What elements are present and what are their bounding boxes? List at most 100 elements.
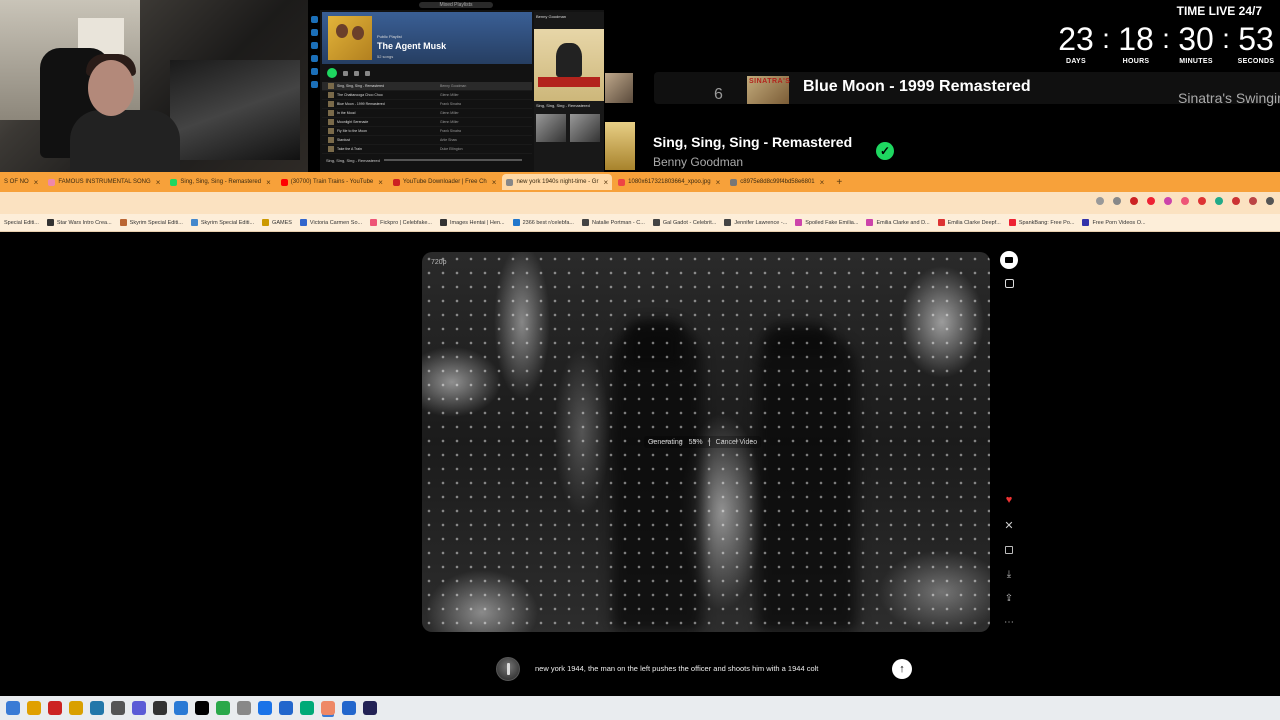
bookmark-item[interactable]: Natalie Portman - C... — [578, 219, 649, 226]
install-icon[interactable] — [1096, 197, 1104, 205]
generated-video-preview[interactable]: 720p Generating 55% Cancel Video — [422, 252, 990, 632]
taskbar-app-icon[interactable] — [363, 701, 377, 715]
close-tab-icon[interactable]: × — [492, 178, 497, 187]
progress-bar[interactable] — [383, 159, 522, 161]
bookmark-item[interactable]: Special Editi... — [0, 220, 43, 226]
taskbar-app-icon[interactable] — [90, 701, 104, 715]
cancel-video-button[interactable]: Cancel Video — [716, 439, 758, 446]
browser-tab[interactable]: c8975e8d8c99f4bd58e6801 × — [726, 174, 828, 190]
browser-tab[interactable]: FAMOUS INSTRUMENTAL SONG × — [44, 174, 164, 190]
bookmark-item[interactable]: Skyrim Special Editi... — [116, 219, 187, 226]
image-mode-icon[interactable] — [1000, 274, 1018, 292]
current-track-artist: Benny Goodman — [653, 155, 744, 169]
bookmark-item[interactable]: Free Porn Videos O... — [1078, 219, 1149, 226]
close-tab-icon[interactable]: × — [820, 178, 825, 187]
taskbar-app-icon[interactable] — [48, 701, 62, 715]
track-row[interactable]: Sing, Sing, Sing - Remastered Benny Goodm… — [322, 82, 532, 91]
taskbar-app-icon[interactable] — [258, 701, 272, 715]
extension-icon[interactable] — [1130, 197, 1138, 205]
shuffle-icon[interactable] — [343, 70, 348, 76]
spotify-window: Mixed Playlists Public Playlist The Agen… — [308, 0, 604, 172]
playlist-title: The Agent Musk — [377, 41, 447, 51]
close-tab-icon[interactable]: × — [266, 178, 271, 187]
taskbar-app-icon[interactable] — [342, 701, 356, 715]
spotify-search[interactable]: Mixed Playlists — [419, 2, 493, 8]
bookmark-item[interactable]: Emilia Clarke Deepf... — [934, 219, 1005, 226]
bookmark-item[interactable]: Victoria Carmen So... — [296, 219, 366, 226]
more-icon[interactable] — [365, 70, 370, 76]
taskbar-app-icon[interactable] — [174, 701, 188, 715]
bookmark-item[interactable]: Fickpro | Celebfake... — [366, 219, 436, 226]
new-tab-button[interactable]: + — [830, 177, 848, 188]
spotify-now-playing-bar: Sing, Sing, Sing - Remastered — [322, 155, 532, 165]
taskbar-app-icon[interactable] — [195, 701, 209, 715]
browser-tab[interactable]: S OF NO × — [0, 174, 42, 190]
track-row[interactable]: Stardust Artie Shaw — [322, 136, 532, 145]
share-icon[interactable]: ⇪ — [1000, 589, 1018, 607]
taskbar-app-icon[interactable] — [6, 701, 20, 715]
play-button[interactable] — [327, 68, 337, 78]
extension-icon[interactable] — [1198, 197, 1206, 205]
extension-icon[interactable] — [1249, 197, 1257, 205]
taskbar-app-icon[interactable] — [321, 701, 335, 715]
bookmark-item[interactable]: Skyrim Special Editi... — [187, 219, 258, 226]
bookmark-item[interactable]: Gal Gadot - Celebrit... — [649, 219, 721, 226]
extension-icon[interactable] — [1215, 197, 1223, 205]
video-mode-icon[interactable] — [1000, 251, 1018, 269]
track-row[interactable]: Fly Me to the Moon Frank Sinatra — [322, 127, 532, 136]
track-row[interactable]: Moonlight Serenade Glenn Miller — [322, 118, 532, 127]
taskbar-app-icon[interactable] — [300, 701, 314, 715]
extension-icon[interactable] — [1181, 197, 1189, 205]
taskbar-app-icon[interactable] — [111, 701, 125, 715]
bookmark-folder[interactable]: GAMES — [258, 219, 296, 226]
queued-album: Sinatra's Swingin' — [1178, 90, 1280, 106]
extension-icon[interactable] — [1232, 197, 1240, 205]
extension-icon[interactable] — [1266, 197, 1274, 205]
taskbar-app-icon[interactable] — [27, 701, 41, 715]
bookmark-item[interactable]: Spoiled Fake Emilia... — [791, 219, 862, 226]
bookmark-item[interactable]: 2366 best r/celebfa... — [509, 219, 578, 226]
bookmark-item[interactable]: SpankBang: Free Po... — [1005, 219, 1079, 226]
send-button[interactable]: ↑ — [892, 659, 912, 679]
bookmark-item[interactable]: Jennifer Lawrence -... — [720, 219, 791, 226]
track-row[interactable]: Take the A Train Duke Ellington — [322, 145, 532, 154]
close-tab-icon[interactable]: × — [716, 178, 721, 187]
more-icon[interactable]: ⋯ — [1000, 613, 1018, 631]
bookmark-item[interactable]: Star Wars Intro Crea... — [43, 219, 116, 226]
prompt-bar: new york 1944, the man on the left pushe… — [496, 656, 914, 682]
taskbar-app-icon[interactable] — [237, 701, 251, 715]
track-row[interactable]: In the Mood Glenn Miller — [322, 109, 532, 118]
bookmark-item[interactable]: Emilia Clarke and D... — [862, 219, 933, 226]
download-icon[interactable] — [354, 70, 359, 76]
close-icon[interactable]: ✕ — [1000, 516, 1018, 534]
extension-icon[interactable] — [1147, 197, 1155, 205]
close-tab-icon[interactable]: × — [34, 178, 39, 187]
browser-tab[interactable]: Sing, Sing, Sing - Remastered × — [166, 174, 274, 190]
taskbar-app-icon[interactable] — [279, 701, 293, 715]
browser-tab[interactable]: 1080x617321803664_xpoo.jpg × — [614, 174, 724, 190]
close-tab-icon[interactable]: × — [603, 178, 608, 187]
heart-icon[interactable]: ♥ — [1000, 491, 1018, 509]
taskbar-app-icon[interactable] — [153, 701, 167, 715]
close-tab-icon[interactable]: × — [156, 178, 161, 187]
copy-icon[interactable] — [1000, 541, 1018, 559]
avatar[interactable] — [496, 657, 520, 681]
download-icon[interactable]: ⤓ — [1000, 565, 1018, 583]
track-row[interactable]: The Chattanooga Choo Choo Glenn Miller — [322, 91, 532, 100]
bookmark-star-icon[interactable] — [1113, 197, 1121, 205]
prompt-input[interactable]: new york 1944, the man on the left pushe… — [535, 664, 818, 673]
taskbar-app-icon[interactable] — [216, 701, 230, 715]
extension-icon[interactable] — [1164, 197, 1172, 205]
browser-tab[interactable]: (30700) Train Trains - YouTube × — [277, 174, 387, 190]
taskbar-app-icon[interactable] — [132, 701, 146, 715]
queued-track-title: Blue Moon - 1999 Remastered — [803, 78, 1031, 95]
close-tab-icon[interactable]: × — [378, 178, 383, 187]
browser-tab-active[interactable]: new york 1940s night-time - Gr × — [502, 174, 613, 190]
browser-tab[interactable]: YouTube Downloader | Free Ch × — [389, 174, 501, 190]
taskbar-app-icon[interactable] — [69, 701, 83, 715]
track-row[interactable]: Blue Moon - 1999 Remastered Frank Sinatra — [322, 100, 532, 109]
playlist-label: Public Playlist — [377, 34, 402, 39]
bookmark-item[interactable]: Images Hentai | Hen... — [436, 219, 509, 226]
playlist-meta: 52 songs — [377, 54, 394, 59]
queue-thumbnail — [605, 73, 633, 103]
